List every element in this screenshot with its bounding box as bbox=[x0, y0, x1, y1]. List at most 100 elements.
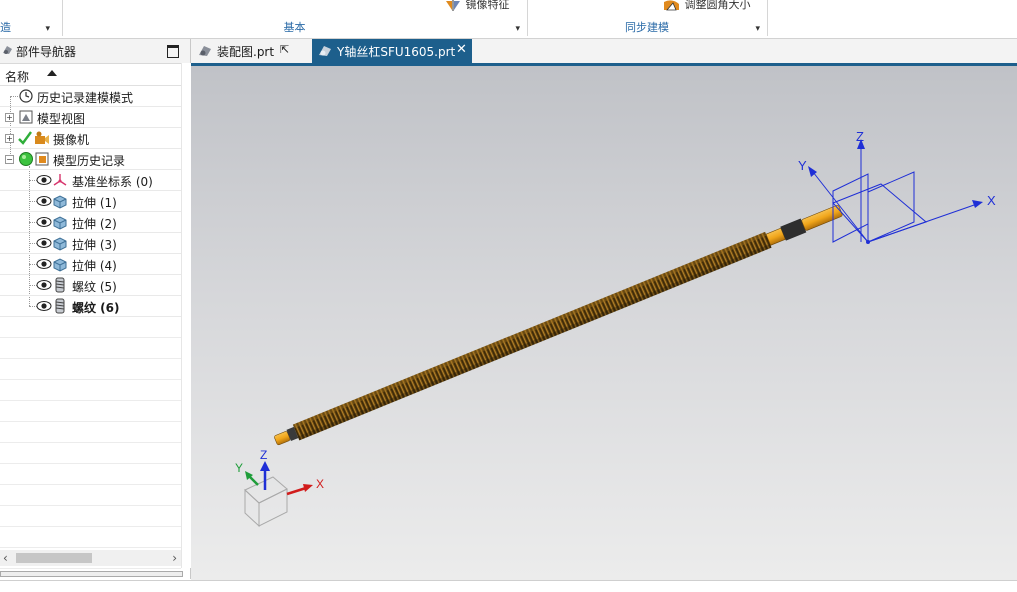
mirror-feature-button[interactable]: 镜像特征 bbox=[444, 0, 510, 11]
column-header-name[interactable]: 名称 bbox=[0, 65, 181, 86]
eye-icon[interactable] bbox=[36, 235, 52, 251]
model-view-icon bbox=[19, 110, 33, 124]
eye-icon[interactable] bbox=[36, 298, 52, 314]
extrude-icon bbox=[53, 258, 67, 272]
tree-item-extrude-4[interactable]: 拉伸 (4) bbox=[0, 254, 181, 275]
resize-blend-label: 调整圆角大小 bbox=[684, 0, 751, 11]
expand-plus-icon[interactable]: + bbox=[5, 113, 14, 122]
triad-label-x: X bbox=[316, 477, 324, 491]
extrude-icon bbox=[53, 237, 67, 251]
tree-item-label: 螺纹 (5) bbox=[72, 280, 117, 294]
datum-csys-large[interactable]: Z Y X bbox=[798, 129, 996, 244]
tree-item-cameras[interactable]: + 摄像机 bbox=[0, 128, 181, 149]
group-expand-arrow[interactable]: ▾ bbox=[515, 24, 520, 34]
vertical-scrollbar[interactable] bbox=[181, 63, 191, 568]
ribbon-group-basic-label: 基本 bbox=[283, 21, 306, 34]
eye-icon[interactable] bbox=[36, 193, 52, 209]
empty-row bbox=[0, 380, 181, 401]
datum-csys-icon bbox=[53, 174, 67, 186]
mirror-feature-label: 镜像特征 bbox=[465, 0, 510, 11]
tree-item-datum-csys[interactable]: 基准坐标系 (0) bbox=[0, 170, 181, 191]
tree-item-thread-5[interactable]: 螺纹 (5) bbox=[0, 275, 181, 296]
ball-screw-model[interactable] bbox=[273, 202, 844, 448]
tree-item-history-mode[interactable]: 历史记录建模模式 bbox=[0, 86, 181, 107]
resize-blend-icon bbox=[664, 0, 679, 11]
triad-cube-left bbox=[244, 488, 260, 528]
datum-plane-xy bbox=[832, 183, 927, 243]
close-icon[interactable]: ✕ bbox=[456, 42, 467, 57]
sort-ascending-icon bbox=[47, 70, 57, 76]
tree-item-label: 螺纹 (6) bbox=[72, 301, 120, 315]
ribbon-group-basic: 镜像特征 基本 ▾ bbox=[63, 0, 526, 38]
extrude-icon bbox=[53, 216, 67, 230]
eye-icon[interactable] bbox=[36, 172, 52, 188]
expand-plus-icon[interactable]: + bbox=[5, 134, 14, 143]
ribbon-group-left: 造 ▾ bbox=[0, 0, 60, 38]
ribbon-separator bbox=[767, 0, 768, 36]
camera-icon bbox=[35, 131, 49, 144]
datum-origin-icon bbox=[866, 240, 870, 244]
tree-item-thread-6[interactable]: 螺纹 (6) bbox=[0, 296, 181, 317]
clock-icon bbox=[19, 89, 33, 103]
triad-axis-y bbox=[248, 475, 259, 486]
ribbon-group-sync: 调整圆角大小 同步建模 ▾ bbox=[528, 0, 766, 38]
navigator-title-bar: 部件导航器 bbox=[0, 39, 190, 64]
empty-row bbox=[0, 506, 181, 527]
horizontal-scrollbar[interactable]: ‹ › bbox=[0, 550, 181, 566]
part-navigator-icon bbox=[3, 46, 12, 54]
eye-icon[interactable] bbox=[36, 256, 52, 272]
tree-connector bbox=[10, 96, 18, 97]
empty-row bbox=[0, 422, 181, 443]
tree-item-label: 历史记录建模模式 bbox=[37, 91, 134, 105]
triad-cube-right bbox=[258, 488, 288, 527]
external-page-icon: ⇱ bbox=[280, 43, 290, 56]
graphics-viewport[interactable]: Z Y X Z Y X bbox=[191, 66, 1017, 580]
ribbon-group-sync-label: 同步建模 bbox=[625, 21, 669, 34]
empty-row bbox=[0, 464, 181, 485]
part-file-icon bbox=[199, 46, 211, 56]
tree-item-label: 模型视图 bbox=[37, 112, 86, 126]
tree-item-label: 拉伸 (1) bbox=[72, 196, 117, 210]
mirror-feature-icon bbox=[446, 0, 460, 11]
datum-axis-x bbox=[867, 203, 978, 243]
datum-axis-y bbox=[812, 171, 869, 243]
tree-item-extrude-2[interactable]: 拉伸 (2) bbox=[0, 212, 181, 233]
triad-label-z: Z bbox=[260, 448, 267, 462]
scroll-right-icon[interactable]: › bbox=[172, 551, 177, 565]
check-icon bbox=[18, 131, 32, 145]
tree-item-extrude-1[interactable]: 拉伸 (1) bbox=[0, 191, 181, 212]
collapse-minus-icon[interactable]: − bbox=[5, 155, 14, 164]
empty-row bbox=[0, 359, 181, 380]
tree-item-model-history[interactable]: − 模型历史记录 bbox=[0, 149, 181, 170]
tab-label: 装配图.prt bbox=[217, 45, 275, 59]
view-triad[interactable]: Z Y X bbox=[235, 448, 324, 528]
scroll-thumb[interactable] bbox=[16, 553, 92, 563]
arrow-x-icon bbox=[972, 200, 983, 208]
tab-assembly[interactable]: 装配图.prt ⇱ bbox=[191, 39, 309, 63]
tab-label: Y轴丝杠SFU1605.prt bbox=[337, 45, 456, 59]
eye-icon[interactable] bbox=[36, 277, 52, 293]
group-expand-arrow[interactable]: ▾ bbox=[45, 24, 50, 34]
tree-item-extrude-3[interactable]: 拉伸 (3) bbox=[0, 233, 181, 254]
empty-row bbox=[0, 527, 181, 548]
eye-icon[interactable] bbox=[36, 214, 52, 230]
resize-blend-button[interactable]: 调整圆角大小 bbox=[663, 0, 751, 11]
navigator-bottom-bar bbox=[0, 571, 183, 577]
status-bar bbox=[0, 580, 1017, 592]
arrow-x-icon bbox=[303, 484, 313, 492]
scroll-left-icon[interactable]: ‹ bbox=[3, 551, 8, 565]
group-expand-arrow[interactable]: ▾ bbox=[755, 24, 760, 34]
triad-axis-x bbox=[286, 486, 307, 496]
column-header-label: 名称 bbox=[5, 70, 30, 84]
screw-thread-body bbox=[292, 231, 772, 441]
screw-shadow bbox=[297, 243, 772, 441]
maximize-icon[interactable] bbox=[167, 45, 179, 58]
document-tab-bar: 装配图.prt ⇱ Y轴丝杠SFU1605.prt ✕ bbox=[191, 39, 1017, 66]
empty-row bbox=[0, 338, 181, 359]
tab-y-axis-screw[interactable]: Y轴丝杠SFU1605.prt ✕ bbox=[312, 39, 472, 63]
tree-item-model-views[interactable]: + 模型视图 bbox=[0, 107, 181, 128]
empty-row bbox=[0, 401, 181, 422]
tree-item-label: 拉伸 (2) bbox=[72, 217, 117, 231]
datum-plane-xz bbox=[867, 171, 915, 243]
arrow-z-icon bbox=[260, 461, 270, 471]
